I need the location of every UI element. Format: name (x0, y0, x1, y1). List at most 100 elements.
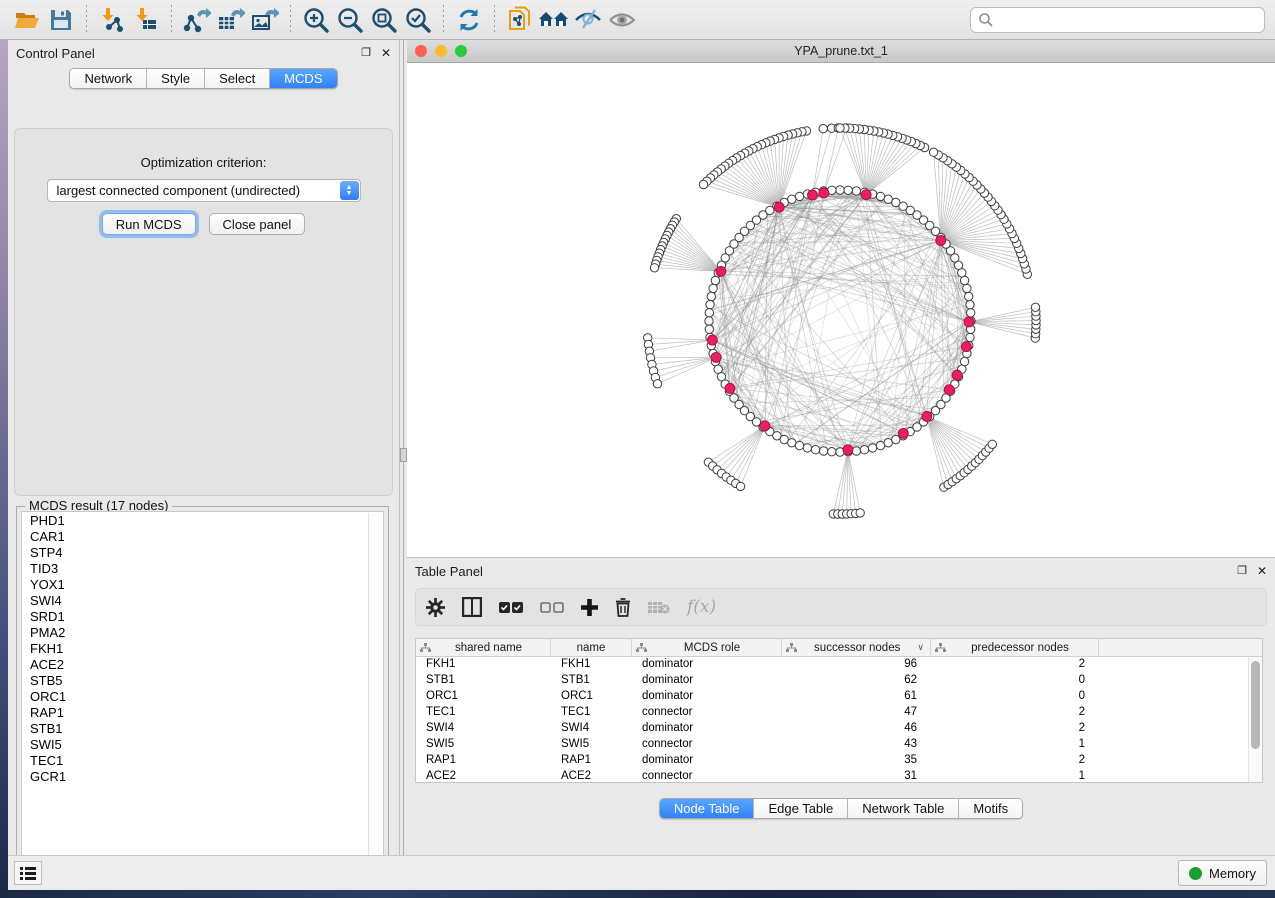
column-header-successor-nodes[interactable]: successor nodes∨ (782, 639, 931, 656)
tab-edge-table[interactable]: Edge Table (754, 799, 848, 818)
run-mcds-button[interactable]: Run MCDS (102, 213, 196, 235)
cell-mcds_role[interactable]: dominator (632, 753, 782, 769)
table-scrollbar[interactable] (1248, 657, 1262, 782)
memory-button[interactable]: Memory (1178, 860, 1267, 886)
cell-successor_nodes[interactable]: 61 (782, 689, 931, 705)
delete-column-icon[interactable] (615, 598, 631, 617)
mcds-result-item[interactable]: FKH1 (23, 641, 368, 657)
zoom-out-icon[interactable] (333, 3, 367, 37)
close-window-icon[interactable]: ✕ (381, 47, 391, 59)
tab-mcds[interactable]: MCDS (270, 69, 336, 88)
cell-name[interactable]: SWI4 (551, 721, 632, 737)
table-row[interactable]: TEC1TEC1connector472 (416, 705, 1248, 721)
column-header-name[interactable]: name (551, 639, 632, 656)
cell-shared_name[interactable]: STB1 (416, 673, 551, 689)
mcds-result-item[interactable]: SWI5 (23, 737, 368, 753)
import-table-icon[interactable] (129, 3, 163, 37)
cell-successor_nodes[interactable]: 46 (782, 721, 931, 737)
cell-successor_nodes[interactable]: 43 (782, 737, 931, 753)
cell-successor_nodes[interactable]: 31 (782, 769, 931, 782)
cell-shared_name[interactable]: SWI5 (416, 737, 551, 753)
mcds-result-item[interactable]: YOX1 (23, 577, 368, 593)
cell-predecessor_nodes[interactable]: 2 (931, 657, 1099, 673)
mcds-result-item[interactable]: TEC1 (23, 753, 368, 769)
cell-mcds_role[interactable]: dominator (632, 721, 782, 737)
zoom-in-icon[interactable] (299, 3, 333, 37)
cell-mcds_role[interactable]: dominator (632, 689, 782, 705)
table-row[interactable]: RAP1RAP1dominator352 (416, 753, 1248, 769)
mcds-result-item[interactable]: TID3 (23, 561, 368, 577)
mcds-result-item[interactable]: STB5 (23, 673, 368, 689)
mcds-result-item[interactable]: ORC1 (23, 689, 368, 705)
export-table-icon[interactable] (214, 3, 248, 37)
close-window-icon[interactable]: ✕ (1257, 565, 1267, 577)
tab-select[interactable]: Select (205, 69, 270, 88)
column-header-predecessor-nodes[interactable]: predecessor nodes (931, 639, 1099, 656)
zoom-selected-icon[interactable] (401, 3, 435, 37)
cell-name[interactable]: ORC1 (551, 689, 632, 705)
select-all-icon[interactable] (499, 601, 523, 614)
cell-shared_name[interactable]: TEC1 (416, 705, 551, 721)
table-row[interactable]: SWI4SWI4dominator462 (416, 721, 1248, 737)
float-window-icon[interactable]: ❐ (1237, 566, 1247, 577)
cell-predecessor_nodes[interactable]: 2 (931, 721, 1099, 737)
tab-network-table[interactable]: Network Table (848, 799, 959, 818)
mcds-result-item[interactable]: GCR1 (23, 769, 368, 785)
cell-predecessor_nodes[interactable]: 2 (931, 705, 1099, 721)
cell-mcds_role[interactable]: connector (632, 737, 782, 753)
optimization-criterion-select[interactable]: largest connected component (undirected)… (47, 179, 361, 202)
cell-name[interactable]: FKH1 (551, 657, 632, 673)
mcds-result-scrollbar[interactable] (368, 513, 382, 871)
cell-predecessor_nodes[interactable]: 1 (931, 737, 1099, 753)
column-layout-icon[interactable] (462, 597, 482, 617)
cell-shared_name[interactable]: SWI4 (416, 721, 551, 737)
clone-network-icon[interactable] (503, 3, 537, 37)
import-network-icon[interactable] (95, 3, 129, 37)
mcds-result-item[interactable]: SWI4 (23, 593, 368, 609)
export-image-icon[interactable] (248, 3, 282, 37)
cell-shared_name[interactable]: RAP1 (416, 753, 551, 769)
cell-successor_nodes[interactable]: 62 (782, 673, 931, 689)
table-row[interactable]: SWI5SWI5connector431 (416, 737, 1248, 753)
mcds-result-item[interactable]: ACE2 (23, 657, 368, 673)
show-graphics-details-icon[interactable] (605, 3, 639, 37)
refresh-icon[interactable] (452, 3, 486, 37)
cell-predecessor_nodes[interactable]: 0 (931, 689, 1099, 705)
mcds-result-item[interactable]: CAR1 (23, 529, 368, 545)
mcds-result-item[interactable]: PHD1 (23, 513, 368, 529)
column-header-shared-name[interactable]: shared name (416, 639, 551, 656)
float-window-icon[interactable]: ❐ (361, 48, 371, 59)
network-graph[interactable] (407, 63, 1275, 557)
tab-network[interactable]: Network (70, 69, 147, 88)
vertical-splitter[interactable] (400, 40, 407, 855)
cell-shared_name[interactable]: ORC1 (416, 689, 551, 705)
settings-gear-icon[interactable] (426, 598, 445, 617)
first-neighbors-icon[interactable] (537, 3, 571, 37)
cell-mcds_role[interactable]: dominator (632, 657, 782, 673)
cell-name[interactable]: STB1 (551, 673, 632, 689)
mcds-result-item[interactable]: STP4 (23, 545, 368, 561)
zoom-fit-icon[interactable] (367, 3, 401, 37)
tab-motifs[interactable]: Motifs (959, 799, 1022, 818)
mcds-result-item[interactable]: RAP1 (23, 705, 368, 721)
cell-shared_name[interactable]: ACE2 (416, 769, 551, 782)
close-panel-button[interactable]: Close panel (209, 213, 306, 235)
cell-name[interactable]: SWI5 (551, 737, 632, 753)
mcds-result-item[interactable]: STB1 (23, 721, 368, 737)
add-column-icon[interactable] (581, 599, 598, 616)
cell-predecessor_nodes[interactable]: 1 (931, 769, 1099, 782)
cell-mcds_role[interactable]: dominator (632, 673, 782, 689)
tab-node-table[interactable]: Node Table (660, 799, 755, 818)
tab-style[interactable]: Style (147, 69, 205, 88)
cell-successor_nodes[interactable]: 35 (782, 753, 931, 769)
cell-successor_nodes[interactable]: 47 (782, 705, 931, 721)
task-history-button[interactable] (14, 861, 42, 885)
open-file-icon[interactable] (10, 3, 44, 37)
mcds-result-item[interactable]: PMA2 (23, 625, 368, 641)
cell-name[interactable]: TEC1 (551, 705, 632, 721)
splitter-grip[interactable] (400, 448, 407, 462)
cell-name[interactable]: ACE2 (551, 769, 632, 782)
cell-predecessor_nodes[interactable]: 0 (931, 673, 1099, 689)
export-network-icon[interactable] (180, 3, 214, 37)
table-row[interactable]: FKH1FKH1dominator962 (416, 657, 1248, 673)
